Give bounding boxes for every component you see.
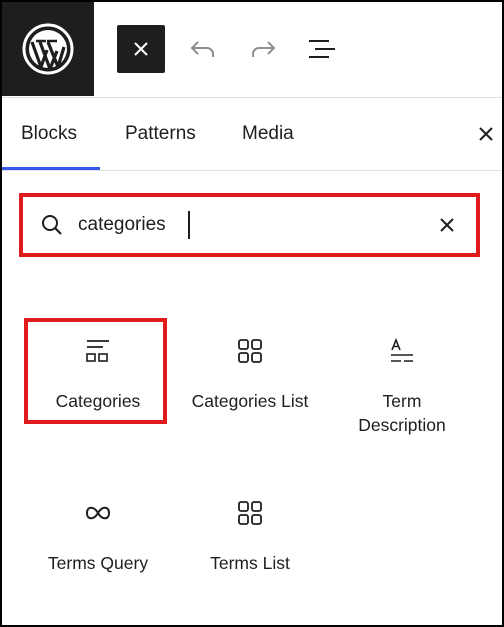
block-label: Categories [55,391,141,411]
block-item-terms-list[interactable]: Terms List [174,491,326,575]
tab-blocks[interactable]: Blocks [2,98,100,170]
block-label: Term Description [358,391,446,435]
block-item-terms-query[interactable]: Terms Query [22,491,174,575]
grid-icon [238,501,262,525]
tab-media[interactable]: Media [228,98,318,170]
inserter-tabs: Blocks Patterns Media [2,98,502,170]
redo-button[interactable] [239,25,287,73]
tab-label: Patterns [125,123,196,144]
search-input[interactable] [78,200,408,250]
grid-icon [238,339,262,363]
block-search [26,200,473,250]
block-label: Categories List [191,391,309,411]
search-icon [42,215,62,235]
block-label: Terms List [210,553,290,573]
close-panel-button[interactable] [470,118,502,150]
close-icon [479,127,493,141]
categories-icon [86,340,109,362]
tab-patterns[interactable]: Patterns [109,98,209,170]
tabs-divider [2,170,502,171]
term-description-icon [391,337,413,362]
wordpress-logo-button[interactable] [2,2,94,96]
close-inserter-button[interactable] [117,25,165,73]
wordpress-logo-icon [22,23,74,75]
block-label: Terms Query [47,553,149,573]
inserter-panel: Blocks Patterns Media categories Categor… [0,0,504,627]
block-item-categories[interactable]: Categories [22,329,174,413]
document-overview-icon [309,40,335,58]
undo-icon [190,41,214,57]
block-item-categories-list[interactable]: Categories List [174,329,326,413]
tab-label: Blocks [21,123,77,144]
redo-icon [252,41,276,57]
block-item-term-description[interactable]: Term Description [326,329,478,437]
close-icon [440,218,454,232]
undo-button[interactable] [179,25,227,73]
terms-query-icon [85,506,111,520]
text-caret [188,211,190,239]
close-icon [134,42,148,56]
clear-search-button[interactable] [431,209,463,241]
document-overview-button[interactable] [298,25,346,73]
tab-label: Media [242,123,294,144]
